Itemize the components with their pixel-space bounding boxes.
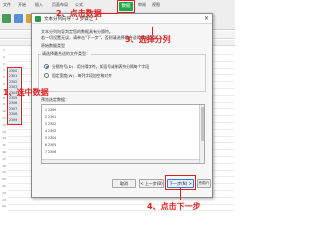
row-number[interactable]: 16 xyxy=(0,150,8,154)
preview-scroll-thumb[interactable] xyxy=(201,107,204,141)
menu-view[interactable]: 视图 xyxy=(152,2,160,8)
preview-horizontal-scrollbar[interactable] xyxy=(42,159,199,163)
annotation-step-3: 3、选择分列 xyxy=(125,35,171,44)
menu-review[interactable]: 审阅 xyxy=(138,2,146,8)
close-icon[interactable]: × xyxy=(204,15,209,22)
option-delimited-label[interactable]: 分隔符号(D) - 用分隔字符，如逗号或制表符分隔每个字段 xyxy=(52,64,149,70)
row-number[interactable]: 17 xyxy=(0,157,8,161)
text-to-columns-dialog: 文本分列向导 - 3 步骤之 1 × 文本分列向导判定您的数据具有分隔符。 若一… xyxy=(31,13,213,198)
finish-button[interactable]: 完成(F) xyxy=(197,179,211,188)
radio-delimited[interactable] xyxy=(44,64,49,69)
row-number[interactable]: 21 xyxy=(0,184,8,188)
original-type-heading: 原始数据类型 xyxy=(41,43,65,48)
row-number[interactable]: 22 xyxy=(0,191,8,195)
row-number[interactable]: 13 xyxy=(0,130,8,134)
preview-row: 3 2302 xyxy=(45,122,57,126)
radio-fixed-width[interactable] xyxy=(44,73,49,78)
filter-icon[interactable] xyxy=(14,14,23,23)
row-number[interactable]: 20 xyxy=(0,177,8,181)
annotation-step-2: 2、点击数据 xyxy=(56,9,102,18)
row-number[interactable]: 2 xyxy=(0,55,8,59)
back-button[interactable]: < 上一步(B) xyxy=(139,179,164,188)
annotation-arrow-4 xyxy=(180,188,181,200)
menu-file[interactable]: 文件 xyxy=(3,2,11,8)
preview-row: 4 2303 xyxy=(45,129,57,133)
preview-row: 7 2306 xyxy=(45,150,57,154)
file-type-legend: 请选择最合适的文件类型： xyxy=(41,51,91,57)
tab-data[interactable]: 数据 xyxy=(119,2,133,11)
preview-vertical-scrollbar[interactable] xyxy=(199,105,204,163)
row-number[interactable]: 15 xyxy=(0,143,8,147)
preview-row: 6 2305 xyxy=(45,143,57,147)
annotation-step-1: 1、选中数据 xyxy=(3,88,49,97)
annotation-step-4: 4、点击下一步 xyxy=(147,202,201,211)
row-number[interactable]: 3 xyxy=(0,62,8,66)
row-number[interactable]: 18 xyxy=(0,164,8,168)
pivot-table-icon[interactable] xyxy=(2,14,11,23)
row-number[interactable]: 14 xyxy=(0,136,8,140)
preview-row: 1 2300 xyxy=(45,108,57,112)
menu-insert[interactable]: 插入 xyxy=(35,2,43,8)
preview-row: 5 2304 xyxy=(45,136,57,140)
preview-row: 2 2301 xyxy=(45,115,57,119)
screenshot-root: 文件 开始 插入 页面布局 公式 审阅 视图 数据 1 2 3 4 5 6 7 8 9 10 11 1… xyxy=(0,0,235,215)
dialog-app-icon xyxy=(35,16,41,22)
cancel-button[interactable]: 取消 xyxy=(112,179,136,188)
row-number[interactable]: 23 xyxy=(0,198,8,202)
menu-home[interactable]: 开始 xyxy=(18,2,26,8)
row-number[interactable]: 1 xyxy=(0,48,8,52)
row-number[interactable]: 24 xyxy=(0,204,8,208)
option-fixed-label[interactable]: 固定宽度(W) - 每列字段加空格对齐 xyxy=(52,73,112,79)
data-preview[interactable]: 1 2300 2 2301 3 2302 4 2303 5 2304 6 2305 7 23… xyxy=(41,104,205,164)
row-number[interactable]: 19 xyxy=(0,170,8,174)
